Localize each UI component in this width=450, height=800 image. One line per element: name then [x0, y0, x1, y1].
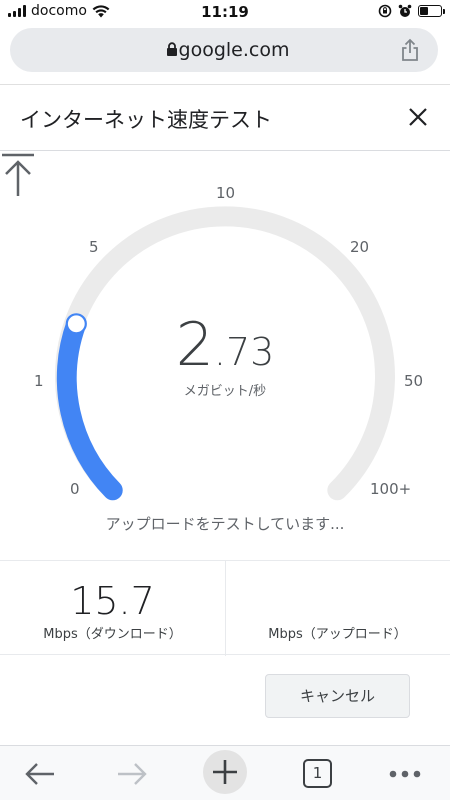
speed-integer: 2 [175, 310, 214, 380]
results-panel: 15.7 Mbps（ダウンロード） Mbps（アップロード） [0, 560, 450, 656]
close-icon[interactable] [408, 107, 428, 127]
tick-label-20: 20 [350, 238, 370, 256]
download-speed-value: 15.7 [70, 579, 155, 623]
back-arrow-icon [25, 762, 54, 785]
cancel-button[interactable]: キャンセル [265, 674, 410, 718]
more-horizontal-icon [389, 770, 421, 777]
more-menu-button[interactable] [383, 746, 427, 800]
forward-arrow-icon [118, 762, 147, 785]
url-text: google.com [178, 39, 290, 61]
test-status-message: アップロードをテストしています... [105, 515, 345, 533]
back-button[interactable] [18, 746, 62, 800]
current-speed: 2.73 [0, 310, 450, 380]
download-speed-label: Mbps（ダウンロード） [43, 627, 182, 642]
status-bar: docomo 11:19 [0, 0, 450, 24]
orientation-lock-icon [378, 4, 392, 18]
speed-gauge: 0 1 5 10 20 50 100+ 2.73 メガビット/秒 アップロードを… [0, 152, 450, 572]
battery-icon [418, 5, 445, 17]
forward-button[interactable] [110, 746, 154, 800]
upload-arrow-icon [2, 153, 34, 196]
new-tab-icon-wrap [203, 746, 247, 798]
alarm-icon [398, 4, 412, 17]
bottom-toolbar: 1 [0, 745, 450, 800]
page-title: インターネット速度テスト [20, 108, 272, 132]
upload-speed-label: Mbps（アップロード） [268, 627, 407, 642]
speed-decimal: .73 [213, 330, 275, 374]
status-right [378, 4, 445, 18]
url-bar[interactable]: google.com [10, 28, 438, 72]
share-icon[interactable] [400, 38, 420, 62]
tick-label-100-plus: 100+ [370, 480, 412, 498]
speed-test-header: インターネット速度テスト [0, 85, 450, 151]
speed-unit: メガビット/秒 [183, 384, 267, 399]
tick-label-10: 10 [216, 184, 236, 202]
tick-label-0: 0 [70, 480, 80, 498]
tick-label-5: 5 [89, 238, 99, 256]
plus-icon [213, 760, 237, 784]
tab-switcher-button[interactable]: 1 [303, 759, 332, 788]
